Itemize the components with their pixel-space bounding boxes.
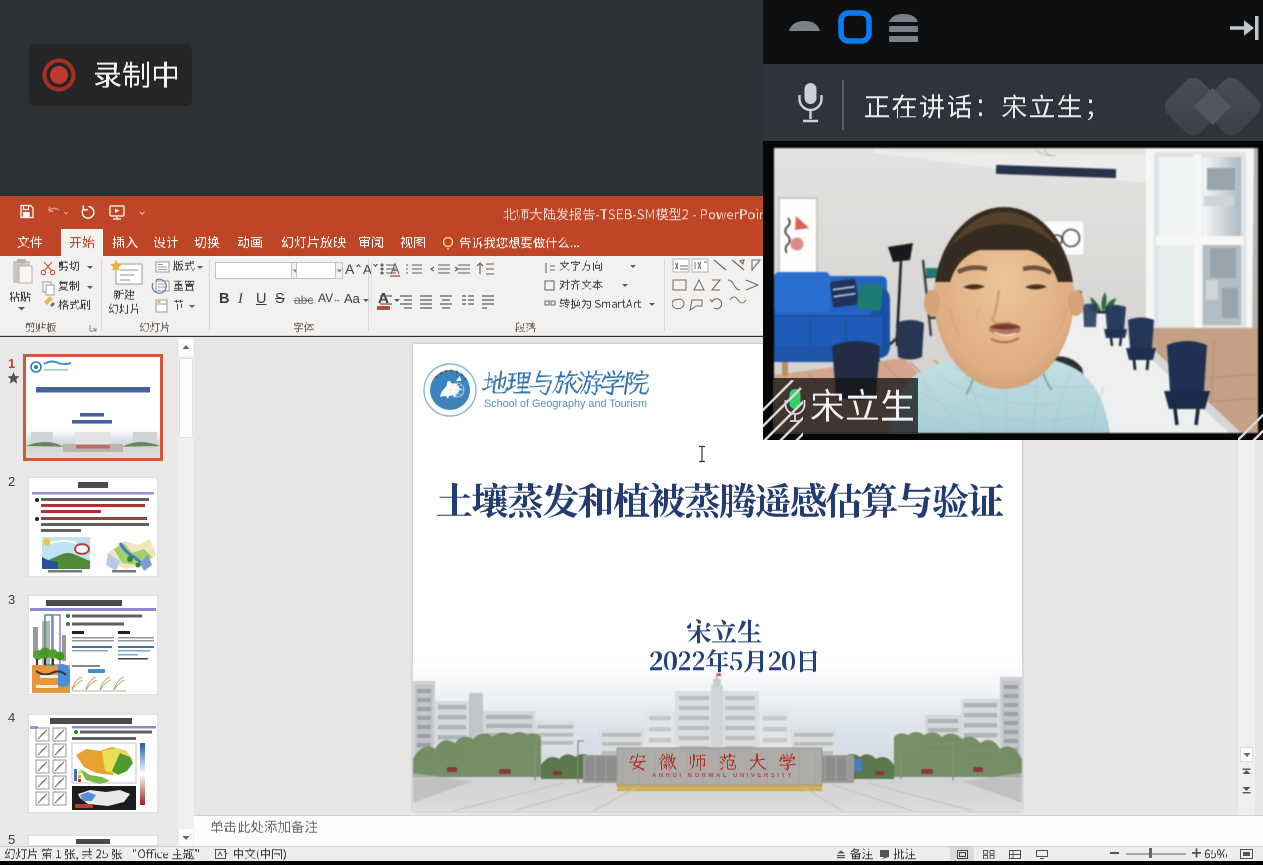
svg-text:A: A [345,261,355,277]
